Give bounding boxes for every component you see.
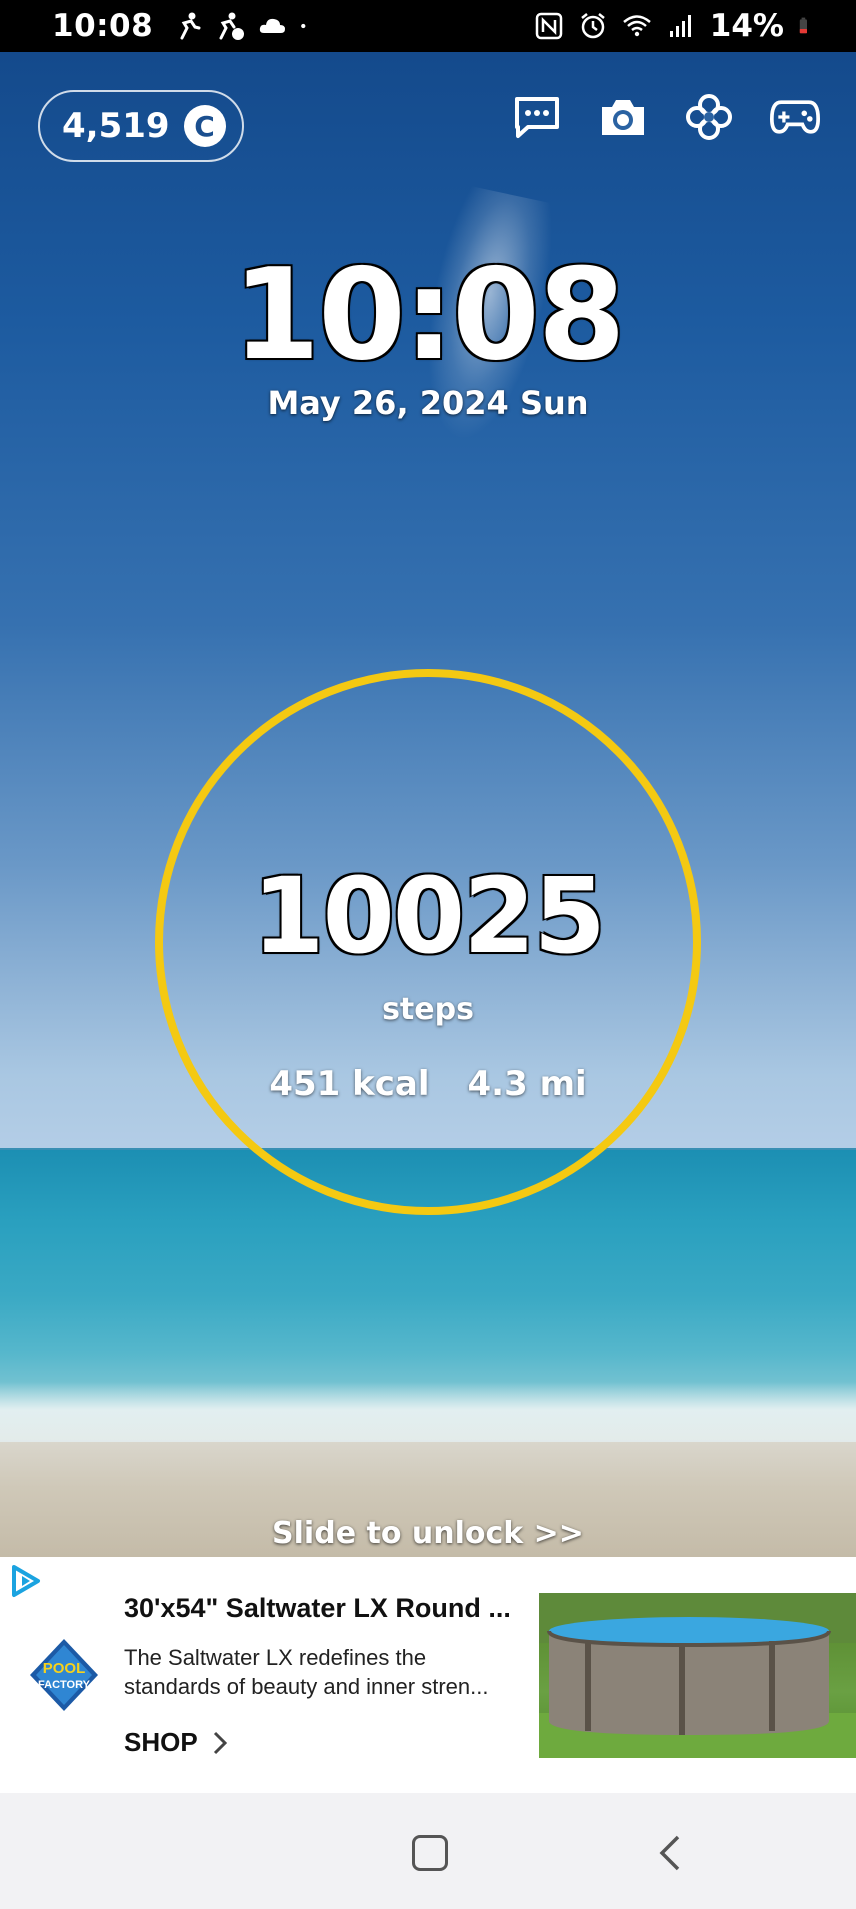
ad-banner[interactable]: POOL FACTORY 30'x54" Saltwater LX Round … xyxy=(0,1557,856,1793)
status-time: 10:08 xyxy=(52,8,154,44)
steps-stats: 451 kcal 4.3 mi xyxy=(0,1064,856,1104)
gamepad-icon[interactable] xyxy=(770,92,820,142)
navigation-bar xyxy=(0,1793,856,1909)
shop-label: SHOP xyxy=(124,1727,198,1757)
adchoices-icon[interactable] xyxy=(8,1563,44,1599)
back-icon[interactable] xyxy=(656,1833,684,1873)
lock-clock: 10:08 xyxy=(232,241,625,388)
runner-c-icon xyxy=(219,12,245,40)
coin-icon: C xyxy=(183,105,226,147)
steps-count: 10025 xyxy=(252,855,606,977)
lock-screen[interactable]: 4,519 C 10:08 May 26, 2024 Sun 10025 ste… xyxy=(0,52,856,1557)
cloud-icon xyxy=(260,18,286,33)
nfc-icon xyxy=(535,12,563,40)
status-bar: 10:08 14% xyxy=(0,0,856,52)
chevron-right-icon xyxy=(213,1731,227,1754)
pool-factory-logo: POOL FACTORY xyxy=(30,1639,98,1711)
slide-to-unlock[interactable]: Slide to unlock >> xyxy=(0,1516,856,1551)
steps-label: steps xyxy=(382,992,474,1027)
lock-date: May 26, 2024 Sun xyxy=(267,384,589,422)
shop-button[interactable]: SHOP xyxy=(124,1727,228,1758)
runner-icon xyxy=(180,12,201,40)
clover-icon[interactable] xyxy=(684,92,734,142)
coins-balance[interactable]: 4,519 C xyxy=(38,90,244,162)
dot-icon xyxy=(301,23,306,29)
ad-description: The Saltwater LX redefines the standards… xyxy=(124,1645,489,1699)
battery-percent: 14% xyxy=(709,8,784,44)
signal-icon xyxy=(669,15,691,37)
chat-icon[interactable] xyxy=(512,92,562,142)
logo-line1: POOL xyxy=(43,1660,86,1677)
alarm-icon xyxy=(581,13,605,39)
logo-line2: FACTORY xyxy=(38,1679,91,1691)
ad-title[interactable]: 30'x54" Saltwater LX Round ... xyxy=(124,1593,524,1624)
top-actions xyxy=(512,92,820,142)
status-right-icons: 14% xyxy=(534,8,816,44)
calories-value: 451 kcal xyxy=(269,1064,430,1104)
home-icon[interactable] xyxy=(412,1835,448,1871)
wifi-icon xyxy=(622,15,651,37)
status-left-icons xyxy=(173,11,315,41)
ad-product-image[interactable] xyxy=(539,1593,856,1758)
distance-value: 4.3 mi xyxy=(467,1064,587,1104)
coins-value: 4,519 xyxy=(62,106,170,146)
camera-icon[interactable] xyxy=(598,92,648,142)
battery-icon xyxy=(799,17,807,34)
